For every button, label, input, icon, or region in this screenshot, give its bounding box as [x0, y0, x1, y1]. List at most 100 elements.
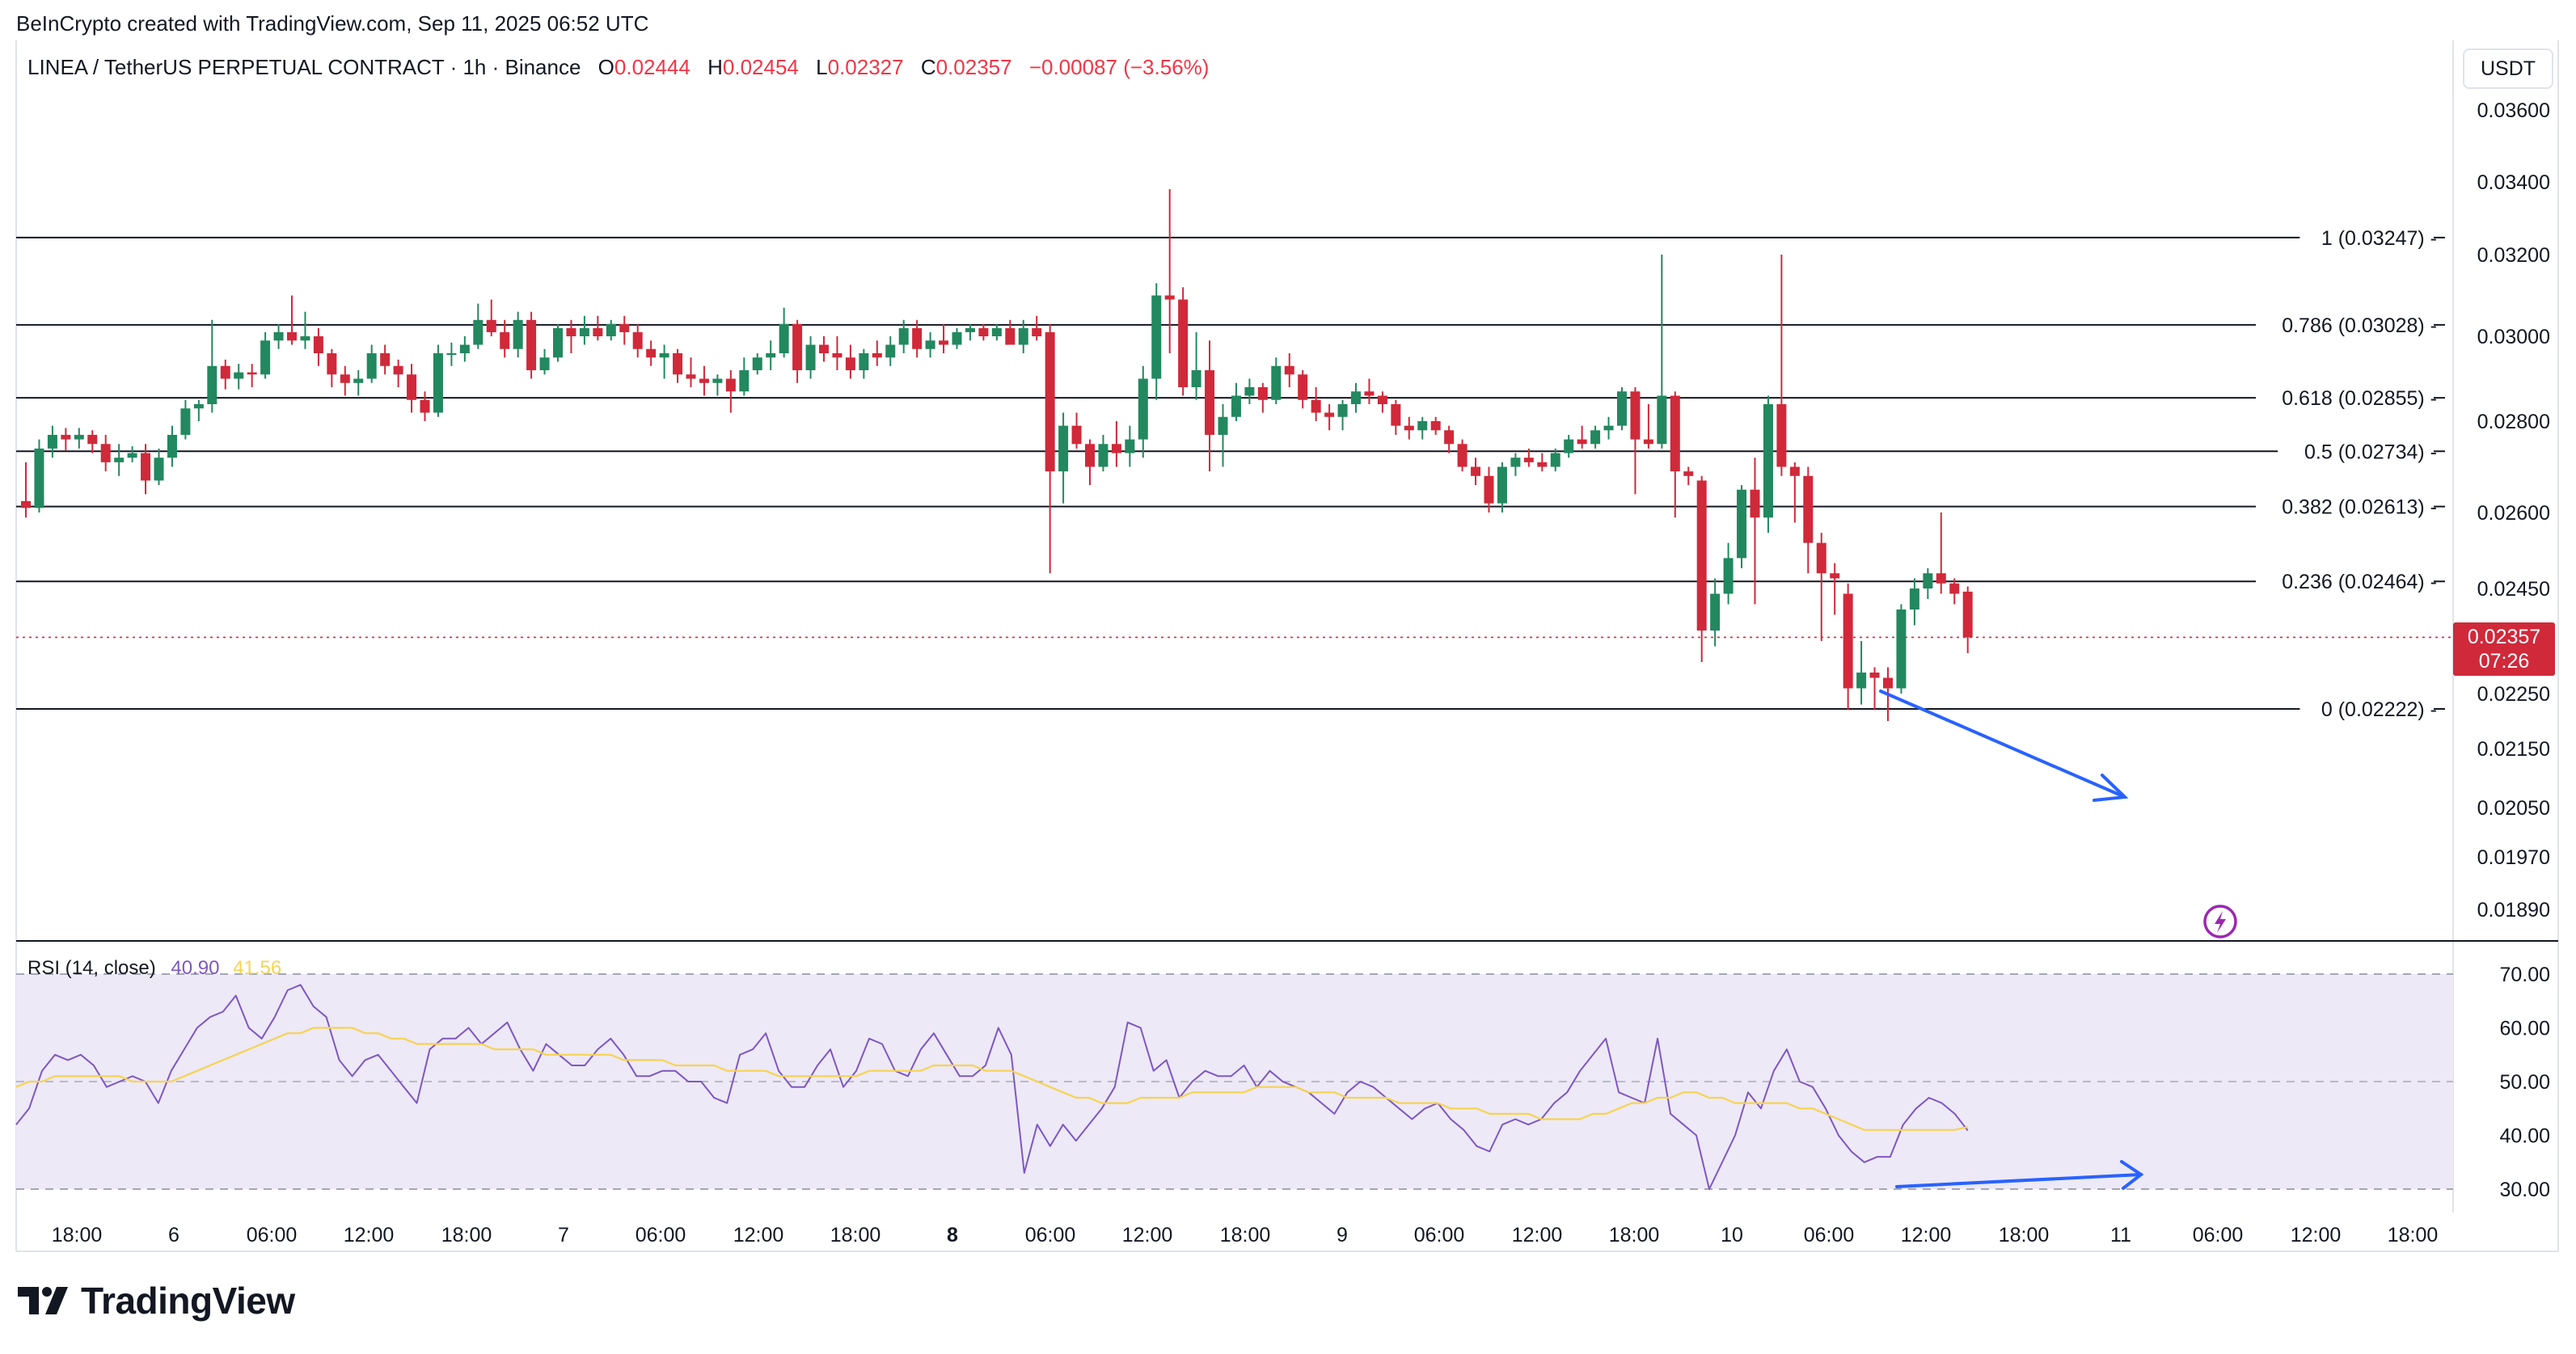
candle-body: [127, 453, 137, 458]
candle: [832, 336, 842, 370]
candle-body: [260, 340, 271, 375]
price-axis-label: 0.02800: [2477, 411, 2550, 433]
lightning-icon[interactable]: [2203, 905, 2237, 939]
candle-body: [353, 378, 364, 383]
candle: [952, 327, 962, 349]
candle-body: [1909, 588, 1919, 610]
candle-body: [1896, 610, 1907, 689]
candle-body: [273, 331, 284, 341]
candle: [1417, 416, 1428, 440]
symbol-legend[interactable]: LINEA / TetherUS PERPETUAL CONTRACT · 1h…: [27, 55, 1209, 80]
candle: [366, 344, 377, 383]
candle-body: [433, 353, 443, 413]
tradingview-brand[interactable]: TradingView: [18, 1279, 295, 1322]
candle: [1670, 391, 1680, 518]
candle: [779, 307, 789, 358]
candle-body: [1723, 558, 1734, 594]
candle-body: [1324, 412, 1335, 417]
time-axis-label: 06:00: [636, 1224, 686, 1246]
candle-body: [1750, 489, 1760, 518]
candle: [1776, 255, 1787, 476]
candle: [34, 439, 44, 512]
candle: [686, 357, 696, 387]
last-price-value: 0.02357: [2467, 626, 2541, 649]
candle: [1284, 353, 1294, 387]
candle-body: [1949, 583, 1960, 594]
brand-name: TradingView: [81, 1280, 295, 1322]
candle-body: [632, 331, 643, 349]
time-axis-label: 06:00: [1804, 1224, 1855, 1246]
candle: [393, 359, 403, 387]
candle: [433, 344, 443, 417]
candle: [1364, 378, 1375, 404]
candle-body: [1457, 444, 1467, 467]
candle-body: [885, 344, 896, 358]
chart-stage[interactable]: 1 (0.03247) - 0.786 (0.03028) - 0.618 (0.0…: [0, 0, 2576, 1350]
candle-body: [1032, 327, 1042, 336]
candle-body: [978, 327, 989, 336]
candle: [74, 428, 84, 449]
candle: [1430, 416, 1441, 435]
candle: [553, 323, 563, 362]
candle-body: [1710, 593, 1721, 631]
time-axis-label: 12:00: [1512, 1224, 1563, 1246]
candle-body: [593, 327, 603, 336]
candle-body: [539, 357, 550, 370]
candle: [632, 323, 643, 358]
candle: [1617, 387, 1627, 431]
candle: [1471, 458, 1481, 486]
candle-body: [154, 458, 164, 481]
candle: [180, 399, 191, 440]
candle-body: [1484, 475, 1494, 504]
candle-body: [47, 434, 57, 449]
candle-body: [500, 331, 510, 349]
candle: [526, 311, 537, 379]
candle-body: [1271, 365, 1282, 400]
rsi-legend[interactable]: RSI (14, close) 40.90 41.56: [27, 957, 281, 980]
candle: [805, 336, 816, 379]
rsi-axis-label: 50.00: [2499, 1071, 2550, 1094]
candle-body: [859, 353, 869, 370]
rsi-axis[interactable]: 70.00 60.00 50.00 40.00 30.00: [2499, 964, 2550, 1201]
candle-body: [673, 353, 683, 375]
candle: [752, 353, 762, 375]
candle-body: [74, 434, 84, 440]
price-axis-label: 0.03000: [2477, 326, 2550, 348]
candle: [1351, 382, 1361, 413]
price-axis-label: 0.03200: [2477, 244, 2550, 267]
bar-countdown: 07:26: [2478, 650, 2530, 673]
candle: [154, 448, 164, 486]
price-axis-label: 0.02150: [2477, 738, 2550, 761]
candle: [619, 315, 630, 345]
chart-canvas[interactable]: 1 (0.03247) - 0.786 (0.03028) - 0.618 (0.0…: [0, 0, 2576, 1350]
candle: [247, 364, 257, 387]
candle-body: [1218, 416, 1228, 435]
candle: [739, 357, 750, 396]
last-price-badge: 0.02357 07:26: [2453, 622, 2555, 677]
currency-button[interactable]: USDT: [2463, 49, 2553, 89]
candle-body: [779, 323, 789, 353]
candle: [1603, 416, 1614, 440]
candle-body: [1311, 399, 1321, 413]
candle-body: [1763, 404, 1773, 518]
price-trend-arrow[interactable]: [1879, 690, 2129, 802]
price-axis[interactable]: 0.03600 0.03400 0.03200 0.03000 0.02800 0.026…: [2477, 99, 2550, 922]
rsi-axis-label: 30.00: [2499, 1179, 2550, 1201]
time-axis-label: 11: [2110, 1224, 2131, 1246]
candle: [1257, 382, 1268, 413]
time-axis[interactable]: 18:00 6 06:00 12:00 18:00 7 06:00 12:00 18:00 8 06…: [52, 1224, 2439, 1246]
rsi-ma-legend-value: 41.56: [233, 957, 282, 979]
candle: [1696, 475, 1707, 662]
open-value: 0.02444: [614, 55, 690, 79]
candle: [593, 315, 603, 341]
candle-body: [659, 353, 669, 358]
change-value: −0.00087 (−3.56%): [1028, 55, 1210, 79]
time-axis-label: 10: [1721, 1224, 1743, 1246]
candle-body: [819, 344, 829, 353]
fibonacci-retracement[interactable]: 1 (0.03247) - 0.786 (0.03028) - 0.618 (0.0…: [16, 223, 2445, 723]
candle-body: [21, 500, 31, 508]
low-label: L: [816, 55, 828, 79]
candle-body: [1391, 404, 1401, 426]
candle: [1298, 370, 1308, 409]
candle: [61, 428, 71, 451]
